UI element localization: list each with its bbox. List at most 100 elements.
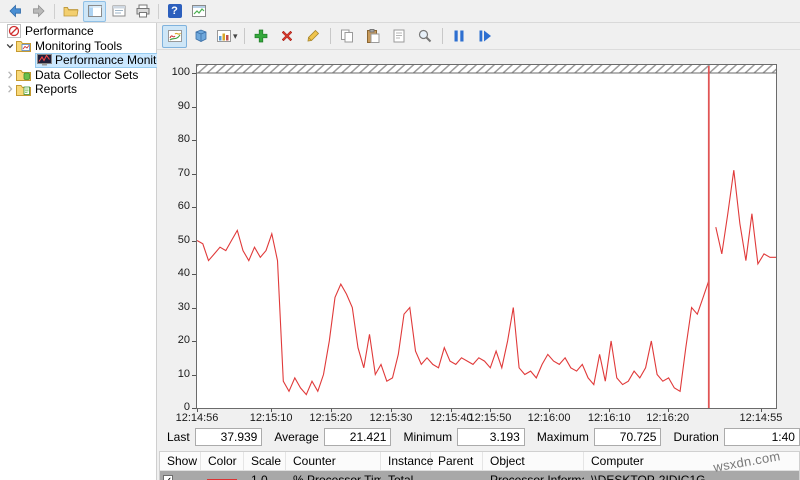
help-icon: ? [167, 4, 182, 18]
show-checkbox[interactable]: ✓ [163, 474, 174, 480]
column-header-counter[interactable]: Counter [286, 452, 381, 470]
x-axis-label: 12:15:30 [369, 412, 413, 424]
folder-icon [63, 7, 78, 17]
tree-item-performance-monitor[interactable]: Performance Monitor [0, 52, 171, 68]
chart-plot[interactable] [196, 64, 777, 409]
back-icon [8, 4, 21, 18]
performance-monitor-icon [37, 54, 52, 66]
x-axis-tick [390, 409, 392, 412]
counter-parent-cell: --- [438, 472, 450, 480]
column-header-instance[interactable]: Instance [381, 452, 433, 470]
x-axis-tick [271, 409, 273, 412]
x-axis-tick [451, 409, 453, 412]
back-button[interactable] [3, 1, 26, 22]
y-axis-tick [192, 240, 196, 242]
toolbar-separator [158, 3, 159, 19]
counter-scale-cell: 1.0 [251, 472, 268, 480]
stat-value-last: 37.939 [194, 428, 263, 446]
performance-window-button[interactable] [187, 1, 210, 22]
y-axis-label: 50 [177, 233, 190, 246]
counter-computer-cell: \\DESKTOP-2IDIC1G [591, 472, 706, 480]
x-axis-tick [489, 409, 491, 412]
x-axis-label: 12:16:10 [587, 412, 631, 424]
stat-label: Minimum [403, 430, 453, 444]
y-axis-tick [192, 274, 196, 275]
monitoring-tools-folder-icon [16, 39, 31, 53]
value-bar: Last 37.939 Average 21.421 Minimum 3.193… [157, 427, 800, 447]
x-axis-tick [197, 409, 198, 412]
show-hide-console-tree-button[interactable] [83, 0, 106, 22]
x-axis-label: 12:15:40 [429, 412, 473, 424]
x-axis-tick [330, 409, 332, 412]
export-list-button[interactable] [107, 1, 130, 22]
stat-label: Maximum [536, 430, 589, 444]
x-axis-tick [667, 409, 669, 412]
console-tree-panel: Performance Monitoring Tools Performance… [0, 23, 171, 480]
chevron-collapsed-icon[interactable] [3, 70, 16, 80]
x-axis-tick [549, 409, 551, 412]
y-axis-tick [192, 73, 196, 74]
column-header-object[interactable]: Object [483, 452, 584, 470]
toolbar-separator [54, 3, 55, 19]
tree-item-data-collector-sets[interactable]: Data Collector Sets [0, 68, 156, 83]
column-header-scale[interactable]: Scale [244, 452, 286, 470]
stat-label: Last [167, 430, 190, 444]
print-button[interactable] [131, 1, 154, 22]
tree-item-label: Performance Monitor [55, 53, 168, 68]
mmc-toolbar: ? [0, 0, 800, 23]
y-axis-label: 30 [177, 300, 190, 313]
stat-value-minimum: 3.193 [457, 428, 525, 446]
tree-item-label: Monitoring Tools [35, 38, 123, 53]
y-axis-tick [192, 207, 196, 208]
y-axis-label: 20 [177, 334, 190, 346]
counter-object-cell: Processor Information [490, 472, 584, 480]
column-header-parent[interactable]: Parent [431, 452, 483, 470]
chevron-collapsed-icon[interactable] [3, 84, 16, 94]
forward-icon [32, 4, 45, 18]
column-header-computer[interactable]: Computer [584, 452, 799, 470]
y-axis-tick [192, 173, 196, 175]
dialog-list-icon [112, 5, 125, 17]
printer-icon [136, 4, 149, 18]
chart-window-icon [191, 5, 206, 17]
stat-value-duration: 1:40 [723, 428, 800, 446]
open-folder-button[interactable] [59, 1, 82, 22]
counter-table: Show Color Scale Counter Instance Parent… [159, 451, 800, 480]
y-axis-tick [192, 374, 196, 376]
chevron-expanded-icon[interactable] [3, 41, 16, 51]
column-header-show[interactable]: Show [160, 452, 201, 470]
forward-button[interactable] [27, 1, 50, 22]
tree-item-label: Reports [35, 82, 78, 97]
x-axis-label: 12:14:56 [175, 412, 219, 424]
y-axis-label: 100 [171, 66, 190, 78]
performance-chart [196, 65, 776, 408]
performance-monitor-window: ? Performance Monitoring Tools Performan… [0, 0, 800, 480]
counter-table-header: Show Color Scale Counter Instance Parent… [160, 452, 799, 471]
y-axis-tick [192, 140, 196, 141]
x-axis-label: 12:16:00 [527, 412, 571, 424]
tree-item-label: Performance [25, 24, 94, 39]
stat-value-maximum: 70.725 [593, 428, 662, 446]
y-axis-tick [192, 341, 196, 342]
tree-item-performance[interactable]: Performance [0, 24, 156, 39]
y-axis-label: 80 [177, 133, 190, 145]
column-header-color[interactable]: Color [201, 452, 244, 470]
counter-instance-cell: Total [388, 472, 414, 480]
y-axis-tick [192, 408, 196, 409]
performance-root-icon [7, 24, 21, 39]
x-axis-label: 12:14:55 [739, 412, 783, 424]
tree-item-monitoring-tools[interactable]: Monitoring Tools [0, 39, 156, 54]
y-axis-tick [192, 307, 196, 309]
help-button[interactable]: ? [163, 1, 186, 22]
y-axis-label: 70 [177, 166, 190, 179]
scale-hatch-band [197, 65, 776, 73]
y-axis-label: 40 [177, 267, 190, 279]
x-axis-tick [760, 409, 762, 412]
performance-monitor-view: ▾ 100 90 80 70 60 50 40 30 20 10 0 12:14… [157, 23, 800, 480]
stat-label: Average [274, 430, 319, 444]
y-axis-label: 60 [177, 200, 190, 212]
x-axis-tick [609, 409, 611, 412]
counter-show-cell: ✓ [160, 473, 201, 480]
counter-row[interactable]: ✓ 1.0 % Processor Time Total --- Process… [160, 471, 799, 480]
tree-item-reports[interactable]: Reports [0, 82, 156, 97]
